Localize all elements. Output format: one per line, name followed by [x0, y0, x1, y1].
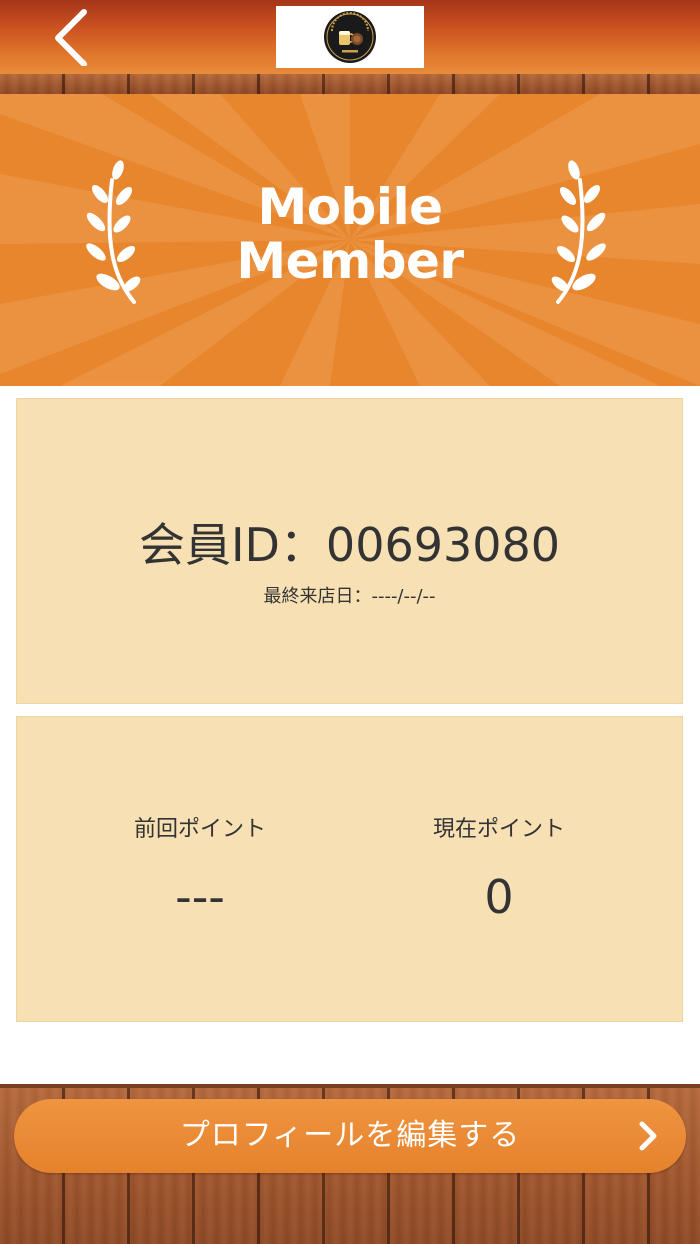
shop-logo [276, 6, 424, 68]
top-navigation-bar [0, 0, 700, 74]
edit-profile-button[interactable]: プロフィールを編集する [14, 1099, 686, 1173]
member-id-card: 会員ID：00693080 最終来店日：----/--/-- [16, 398, 683, 704]
mobile-member-screen: Mobile Member 会員ID：00693080 最終来店日：----/-… [0, 0, 700, 1244]
current-points-value: 0 [484, 870, 514, 924]
chevron-left-icon [55, 9, 87, 67]
bar-logo [324, 11, 376, 63]
back-button[interactable] [40, 6, 100, 67]
previous-points-label: 前回ポイント [133, 817, 266, 842]
previous-points-value: --- [175, 870, 225, 924]
laurel-right-icon [551, 160, 606, 304]
member-id: 会員ID：00693080 [138, 518, 561, 572]
edit-profile-label: プロフィールを編集する [179, 1118, 521, 1153]
mobile-member-banner: Mobile Member [0, 94, 700, 386]
current-points: 現在ポイント 0 [334, 815, 664, 925]
wood-divider [0, 74, 700, 94]
current-points-label: 現在ポイント [432, 817, 565, 842]
last-visit-date: 最終来店日：----/--/-- [263, 586, 436, 607]
points-card: 前回ポイント --- 現在ポイント 0 [16, 716, 683, 1022]
previous-points: 前回ポイント --- [35, 815, 365, 925]
chevron-right-icon [639, 1121, 657, 1151]
